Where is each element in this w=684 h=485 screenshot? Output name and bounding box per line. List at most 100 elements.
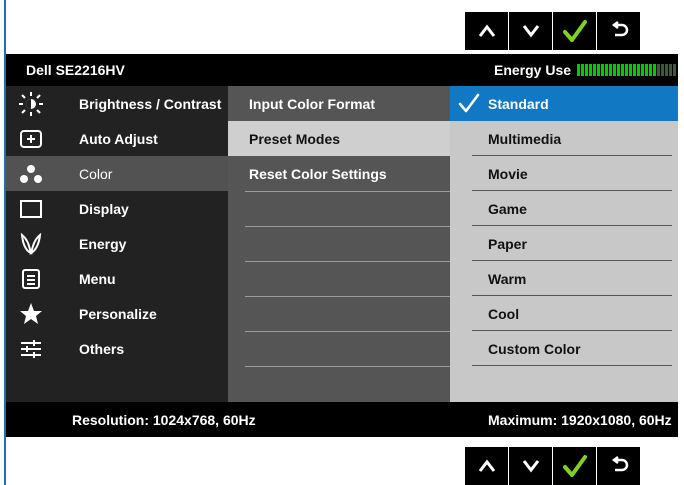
energy-icon	[18, 232, 44, 256]
preset-option-paper[interactable]: Paper	[450, 226, 678, 261]
up-button[interactable]	[465, 447, 508, 485]
preset-option-label: Game	[488, 201, 527, 217]
energy-meter	[577, 64, 678, 76]
energy-meter-segment	[661, 64, 664, 76]
maximum-resolution-text: Maximum: 1920x1080, 60Hz	[488, 412, 672, 428]
menu-item-label: Brightness / Contrast	[79, 96, 222, 112]
submenu-divider	[245, 366, 450, 367]
preset-option-label: Warm	[488, 271, 527, 287]
down-button[interactable]	[509, 12, 552, 50]
display-icon	[18, 197, 44, 221]
energy-meter-segment	[585, 64, 588, 76]
energy-use-label: Energy Use	[494, 62, 572, 78]
monitor-model: Dell SE2216HV	[26, 62, 125, 78]
auto-adjust-icon	[18, 127, 44, 151]
submenu-divider	[245, 296, 450, 297]
menu-item-display[interactable]: Display	[6, 191, 228, 226]
energy-meter-segment	[673, 64, 676, 76]
menu-item-label: Color	[79, 166, 113, 182]
color-icon	[18, 162, 44, 186]
menu-item-brightness-contrast[interactable]: Brightness / Contrast	[6, 86, 228, 121]
menu-item-others[interactable]: Others	[6, 331, 228, 366]
osd-menu: Dell SE2216HV Energy Use Brightness / Co…	[6, 54, 678, 437]
menu-item-auto-adjust[interactable]: Auto Adjust	[6, 121, 228, 156]
status-footer: Resolution: 1024x768, 60Hz Maximum: 1920…	[6, 402, 678, 437]
energy-meter-segment	[645, 64, 648, 76]
ok-button[interactable]	[553, 447, 596, 485]
check-icon	[562, 455, 587, 477]
submenu-item-preset-modes[interactable]: Preset Modes	[228, 121, 450, 156]
menu-item-label: Display	[79, 201, 129, 217]
option-divider	[472, 365, 672, 366]
preset-modes-list: Standard Multimedia Movie Game Paper War…	[450, 86, 678, 402]
preset-option-label: Multimedia	[488, 131, 562, 147]
energy-meter-segment	[617, 64, 620, 76]
submenu-divider	[245, 261, 450, 262]
preset-option-custom-color[interactable]: Custom Color	[450, 331, 678, 366]
submenu-item-reset-color-settings[interactable]: Reset Color Settings	[228, 156, 450, 191]
energy-meter-segment	[593, 64, 596, 76]
back-icon	[611, 456, 628, 472]
submenu-item-input-color-format[interactable]: Input Color Format	[228, 86, 450, 121]
menu-item-menu[interactable]: Menu	[6, 261, 228, 296]
menu-item-label: Personalize	[79, 306, 157, 322]
down-button[interactable]	[509, 447, 552, 485]
check-icon	[458, 93, 480, 116]
menu-icon	[18, 267, 44, 291]
preset-option-cool[interactable]: Cool	[450, 296, 678, 331]
title-bar: Dell SE2216HV Energy Use	[6, 54, 678, 86]
submenu-divider	[245, 331, 450, 332]
preset-option-movie[interactable]: Movie	[450, 156, 678, 191]
preset-option-game[interactable]: Game	[450, 191, 678, 226]
energy-meter-segment	[589, 64, 592, 76]
submenu-divider	[245, 191, 450, 192]
menu-item-energy[interactable]: Energy	[6, 226, 228, 261]
preset-option-multimedia[interactable]: Multimedia	[450, 121, 678, 156]
preset-option-standard[interactable]: Standard	[450, 86, 678, 121]
resolution-text: Resolution: 1024x768, 60Hz	[72, 412, 256, 428]
back-button[interactable]	[597, 447, 640, 485]
back-button[interactable]	[597, 12, 640, 50]
star-icon	[18, 302, 44, 326]
menu-item-label: Menu	[79, 271, 116, 287]
up-arrow-icon	[478, 24, 495, 37]
others-icon	[18, 337, 44, 361]
preset-option-label: Standard	[488, 96, 549, 112]
energy-meter-segment	[665, 64, 668, 76]
energy-meter-segment	[609, 64, 612, 76]
nav-buttons-top	[465, 12, 684, 50]
energy-meter-segment	[621, 64, 624, 76]
submenu-item-label: Input Color Format	[249, 96, 375, 112]
brightness-icon	[18, 92, 44, 116]
energy-meter-segment	[637, 64, 640, 76]
energy-meter-segment	[601, 64, 604, 76]
preset-option-label: Movie	[488, 166, 528, 182]
energy-meter-segment	[649, 64, 652, 76]
nav-buttons-bottom	[465, 447, 684, 485]
menu-item-label: Energy	[79, 236, 127, 252]
energy-meter-segment	[669, 64, 672, 76]
menu-item-color[interactable]: Color	[6, 156, 228, 191]
menu-item-personalize[interactable]: Personalize	[6, 296, 228, 331]
color-submenu: Input Color Format Preset Modes Reset Co…	[228, 86, 450, 402]
menu-item-label: Auto Adjust	[79, 131, 158, 147]
ok-button[interactable]	[553, 12, 596, 50]
energy-meter-segment	[657, 64, 660, 76]
energy-meter-segment	[613, 64, 616, 76]
up-arrow-icon	[478, 459, 495, 472]
preset-option-warm[interactable]: Warm	[450, 261, 678, 296]
submenu-item-label: Preset Modes	[249, 131, 341, 147]
up-button[interactable]	[465, 12, 508, 50]
energy-meter-segment	[653, 64, 656, 76]
energy-meter-segment	[633, 64, 636, 76]
menu-item-label: Others	[79, 341, 125, 357]
preset-option-label: Custom Color	[488, 341, 581, 357]
energy-meter-segment	[605, 64, 608, 76]
back-icon	[611, 21, 628, 37]
energy-meter-segment	[641, 64, 644, 76]
energy-meter-segment	[577, 64, 580, 76]
down-arrow-icon	[522, 25, 539, 38]
energy-meter-segment	[625, 64, 628, 76]
energy-meter-segment	[629, 64, 632, 76]
energy-meter-segment	[597, 64, 600, 76]
